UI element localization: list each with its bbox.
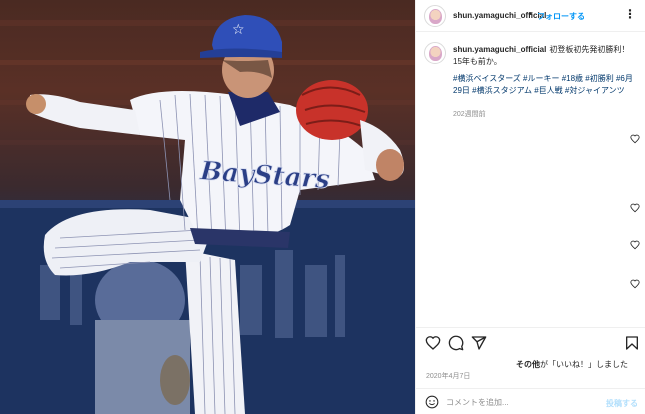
heart-icon[interactable] [630, 240, 640, 250]
comment-bar: 投稿する [416, 388, 645, 414]
caption-hashtags[interactable]: #横浜ベイスターズ #ルーキー #18歳 #初勝利 #6月29日 #横浜スタジア… [453, 73, 637, 96]
caption-avatar[interactable] [424, 42, 446, 64]
comment-input[interactable] [446, 394, 596, 410]
post-header: shun.yamaguchi_official • フォローする ⋮ [416, 0, 645, 32]
bookmark-icon[interactable] [624, 335, 640, 351]
caption-username[interactable]: shun.yamaguchi_official [453, 45, 546, 54]
share-icon[interactable] [471, 335, 487, 351]
heart-icon[interactable] [630, 203, 640, 213]
heart-icon[interactable] [425, 335, 441, 351]
caption: shun.yamaguchi_official 初登板初先発初勝利！15年も前か。 [453, 44, 637, 68]
more-icon[interactable]: ⋮ [624, 7, 636, 21]
comment-icon[interactable] [448, 335, 464, 351]
emoji-icon[interactable] [425, 395, 439, 409]
post-date: 2020年4月7日 [426, 373, 471, 380]
likes-summary[interactable]: その他が「いいね！」しました [516, 359, 628, 370]
follow-button[interactable]: フォローする [537, 11, 585, 22]
heart-icon[interactable] [630, 134, 640, 144]
heart-icon[interactable] [630, 279, 640, 289]
svg-text:☆: ☆ [232, 22, 245, 38]
separator-dot: • [529, 9, 533, 19]
caption-timestamp: 202週間前 [453, 111, 486, 118]
post-photo[interactable]: BayStars ☆ [0, 0, 415, 414]
header-username[interactable]: shun.yamaguchi_official [453, 11, 546, 20]
post-comment-button[interactable]: 投稿する [606, 398, 638, 409]
likes-text: が「いいね！」しました [540, 360, 628, 369]
action-bar [416, 327, 645, 355]
baseball-pitcher-photo: BayStars ☆ [0, 15, 415, 414]
post-side-panel: shun.yamaguchi_official • フォローする ⋮ shun.… [415, 0, 645, 414]
avatar[interactable] [424, 5, 446, 27]
likes-others[interactable]: その他 [516, 360, 540, 369]
